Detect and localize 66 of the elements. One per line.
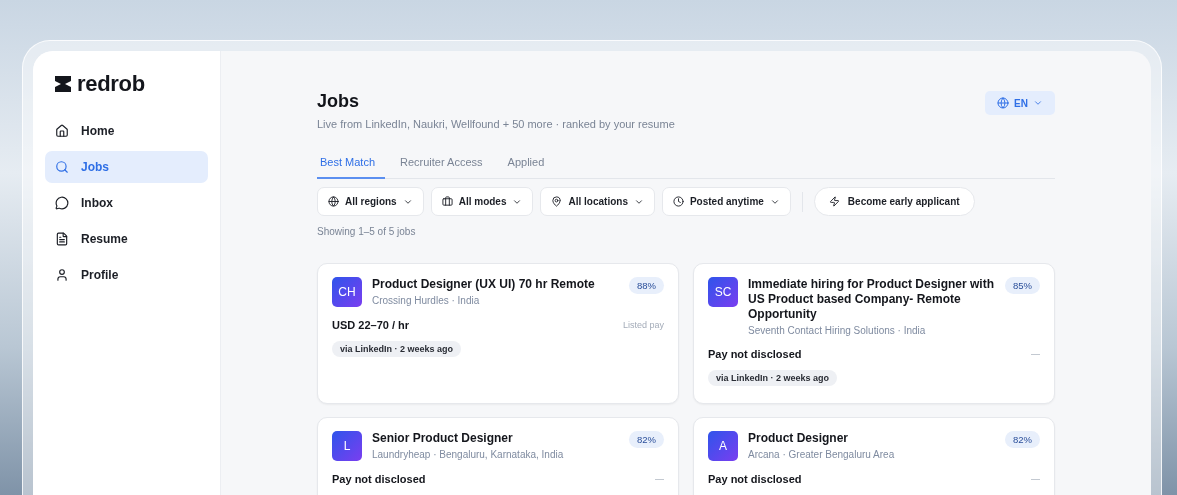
globe-icon	[997, 97, 1010, 109]
job-title: Product Designer (UX UI) 70 hr Remote	[372, 277, 596, 292]
company-location: Seventh Contact Hiring Solutions · India	[748, 325, 927, 336]
pay-text: USD 22–70 / hr	[332, 319, 410, 331]
tab[interactable]: Best Match	[317, 150, 386, 179]
early-applicant-button[interactable]: Become early applicant	[813, 187, 975, 216]
pay-note: —	[655, 474, 664, 484]
job-title: Immediate hiring for Product Designer with US Product based Company- Remote Opportunity	[748, 277, 995, 322]
chat-bubble-icon	[55, 196, 69, 210]
job-card[interactable]: SC Immediate hiring for Product Designer with US Product based Company- Remote Opportunity Seventh Contact Hiring Solutions · India 85% Pay not disclosed — via LinkedIn · 2 weeks ago	[693, 263, 1055, 404]
briefcase-icon	[441, 196, 453, 207]
map-pin-icon	[551, 196, 563, 207]
sidebar-label: Profile	[81, 268, 119, 282]
company-location: Arcana · Greater Bengaluru Area	[748, 449, 896, 460]
sidebar-item[interactable]: Resume	[45, 223, 208, 255]
brand-name: redrob	[77, 71, 145, 97]
globe-icon	[328, 196, 339, 207]
company-location: Crossing Hurdles · India	[372, 295, 481, 306]
pay-text: Pay not disclosed	[708, 473, 802, 485]
company-avatar: SC	[708, 277, 738, 307]
page-title: Jobs	[317, 91, 360, 112]
clock-icon	[672, 196, 684, 207]
match-score: 82%	[1005, 431, 1040, 448]
filter-dropdown[interactable]: All modes	[430, 187, 534, 216]
job-card[interactable]: L Senior Product Designer Laundryheap · Bengaluru, Karnataka, India 82% Pay not disclosed —	[317, 417, 679, 495]
job-card[interactable]: A Product Designer Arcana · Greater Bengaluru Area 82% Pay not disclosed —	[693, 417, 1055, 495]
sidebar-item[interactable]: Jobs	[45, 151, 208, 183]
document-icon	[55, 232, 69, 246]
sidebar-label: Resume	[81, 232, 128, 246]
job-card[interactable]: CH Product Designer (UX UI) 70 hr Remote Crossing Hurdles · India 88% USD 22–70 / hr Listed pay via LinkedIn · 2 weeks ago	[317, 263, 679, 404]
tab[interactable]: Applied	[504, 150, 555, 179]
sidebar-label: Jobs	[81, 160, 109, 174]
sidebar-item[interactable]: Home	[45, 115, 208, 147]
match-score: 88%	[629, 277, 664, 294]
search-icon	[55, 160, 69, 174]
language-button[interactable]: EN	[985, 91, 1055, 115]
company-location: Laundryheap · Bengaluru, Karnataka, India	[372, 449, 565, 460]
pay-note: —	[1031, 349, 1040, 359]
user-icon	[55, 268, 69, 282]
pay-text: Pay not disclosed	[708, 348, 802, 360]
sidebar-label: Inbox	[81, 196, 113, 210]
filter-dropdown[interactable]: All locations	[540, 187, 655, 216]
source-tag: via LinkedIn · 2 weeks ago	[708, 370, 838, 386]
match-score: 85%	[1005, 277, 1040, 294]
sidebar-item[interactable]: Profile	[45, 259, 208, 291]
company-avatar: A	[708, 431, 738, 461]
logo-icon	[53, 75, 73, 93]
job-title: Senior Product Designer	[372, 431, 514, 446]
filter-dropdown[interactable]: All regions	[317, 187, 424, 216]
result-count: Showing 1–5 of 5 jobs	[317, 226, 417, 237]
job-title: Product Designer	[748, 431, 850, 446]
pay-note: Listed pay	[622, 320, 664, 330]
caret-icon	[1033, 98, 1043, 108]
company-avatar: CH	[332, 277, 362, 307]
tab[interactable]: Recruiter Access	[397, 150, 493, 179]
filter-dropdown[interactable]: Posted anytime	[661, 187, 791, 216]
pay-note: —	[1031, 474, 1040, 484]
lightning-icon	[828, 196, 840, 207]
sidebar-item[interactable]: Inbox	[45, 187, 208, 219]
sidebar-label: Home	[81, 124, 115, 138]
company-avatar: L	[332, 431, 362, 461]
match-score: 82%	[629, 431, 664, 448]
home-icon	[55, 124, 69, 138]
pay-text: Pay not disclosed	[332, 473, 426, 485]
page-subtitle: Live from LinkedIn, Naukri, Wellfound + 50 more · ranked by your resume	[317, 118, 675, 130]
source-tag: via LinkedIn · 2 weeks ago	[332, 341, 462, 357]
